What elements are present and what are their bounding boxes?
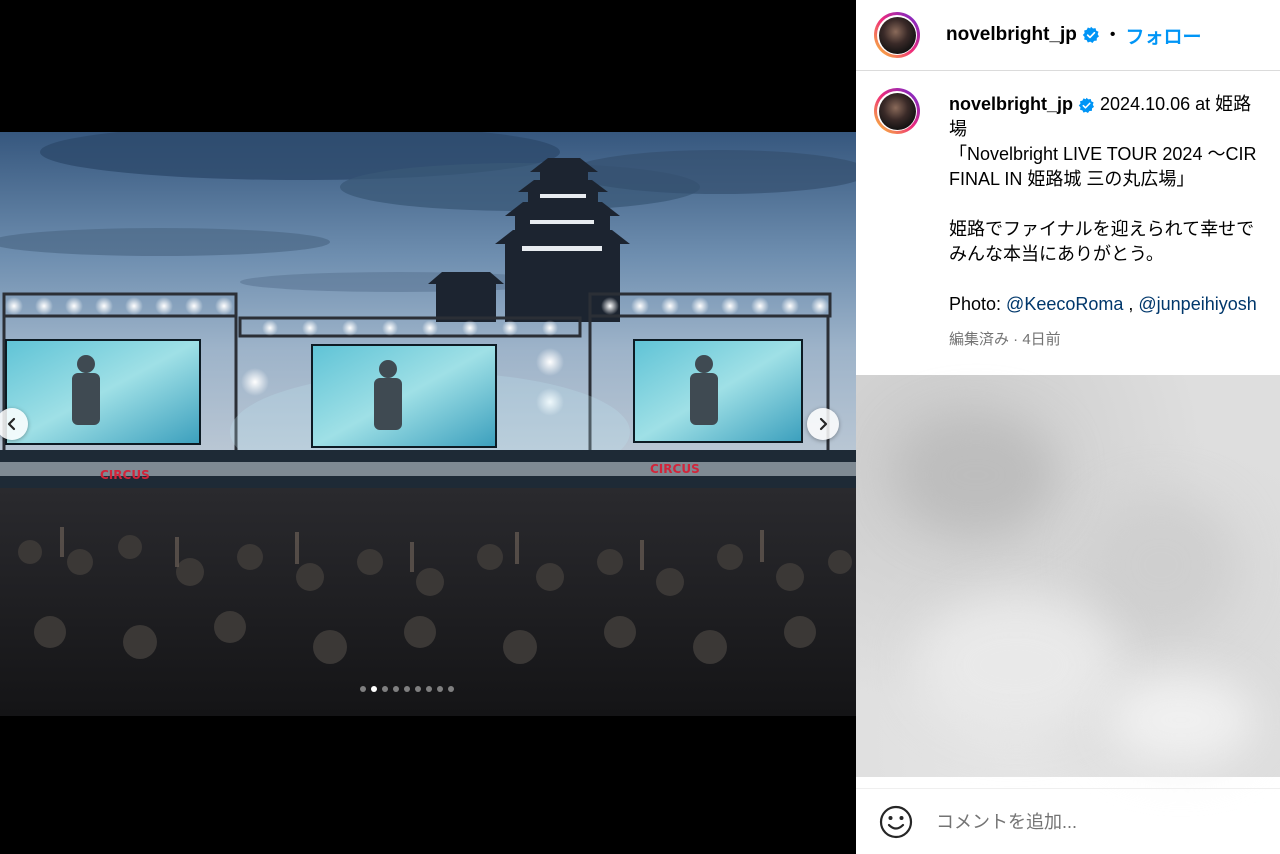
chevron-left-icon (7, 417, 16, 431)
svg-text:CIRCUS: CIRCUS (650, 462, 700, 476)
mention-separator: , (1123, 294, 1139, 314)
caption-line: 姫路でファイナルを迎えられて幸せで (949, 219, 1255, 239)
caption-line: 場 (949, 119, 967, 139)
photo-credit-line: Photo: @KeecoRoma , @junpeihiyosh (949, 292, 1280, 317)
caption-first-line: novelbright_jp 2024.10.06 at 姫路 (949, 92, 1280, 117)
concert-photo-graphic: CIRCUS CIRCUS (0, 132, 856, 716)
mention-link[interactable]: @junpeihiyosh (1138, 294, 1256, 314)
divider (856, 788, 1280, 789)
avatar-image (878, 92, 916, 130)
avatar-image (878, 16, 916, 54)
header-username[interactable]: novelbright_jp (946, 24, 1077, 46)
caption-username[interactable]: novelbright_jp (949, 94, 1073, 114)
header-separator: • (1109, 26, 1116, 43)
post-header: novelbright_jp • フォロー (856, 0, 1280, 71)
concert-photo[interactable]: CIRCUS CIRCUS (0, 132, 856, 716)
carousel-indicator (360, 686, 454, 692)
chevron-right-icon (819, 417, 828, 431)
mention-link[interactable]: @KeecoRoma (1006, 294, 1123, 314)
blurred-comments-area (856, 375, 1280, 777)
carousel-dot (382, 686, 388, 692)
post-meta: 編集済み · 4日前 (949, 331, 1061, 348)
caption-text: novelbright_jp 2024.10.06 at 姫路 場 「Novel… (949, 92, 1280, 352)
carousel-dot (448, 686, 454, 692)
caption-line: FINAL IN 姫路城 三の丸広場」 (949, 169, 1195, 189)
carousel-next-button[interactable] (807, 408, 839, 440)
carousel-dot (371, 686, 377, 692)
carousel-dot (415, 686, 421, 692)
post-caption: novelbright_jp 2024.10.06 at 姫路 場 「Novel… (856, 80, 1280, 370)
caption-line: 「Novelbright LIVE TOUR 2024 〜CIR (949, 144, 1257, 164)
caption-line: みんな本当にありがとう。 (949, 244, 1164, 264)
carousel-dot (404, 686, 410, 692)
post-media: CIRCUS CIRCUS (0, 0, 856, 854)
carousel-dot (426, 686, 432, 692)
photo-credit-label: Photo: (949, 294, 1007, 314)
verified-badge-icon (1078, 97, 1095, 113)
caption-avatar[interactable] (874, 88, 920, 134)
carousel-dot (437, 686, 443, 692)
svg-text:CIRCUS: CIRCUS (100, 468, 150, 482)
post-side-panel: novelbright_jp • フォロー novelbright_jp 202… (856, 0, 1280, 854)
verified-badge-icon (1082, 26, 1099, 43)
comment-input[interactable] (934, 810, 1258, 834)
carousel-dot (360, 686, 366, 692)
comment-bar (856, 790, 1280, 854)
caption-line1-text: 2024.10.06 at 姫路 (1100, 94, 1252, 114)
emoji-icon[interactable] (878, 804, 914, 840)
follow-button[interactable]: フォロー (1126, 22, 1202, 49)
carousel-dot (393, 686, 399, 692)
avatar[interactable] (874, 12, 920, 58)
